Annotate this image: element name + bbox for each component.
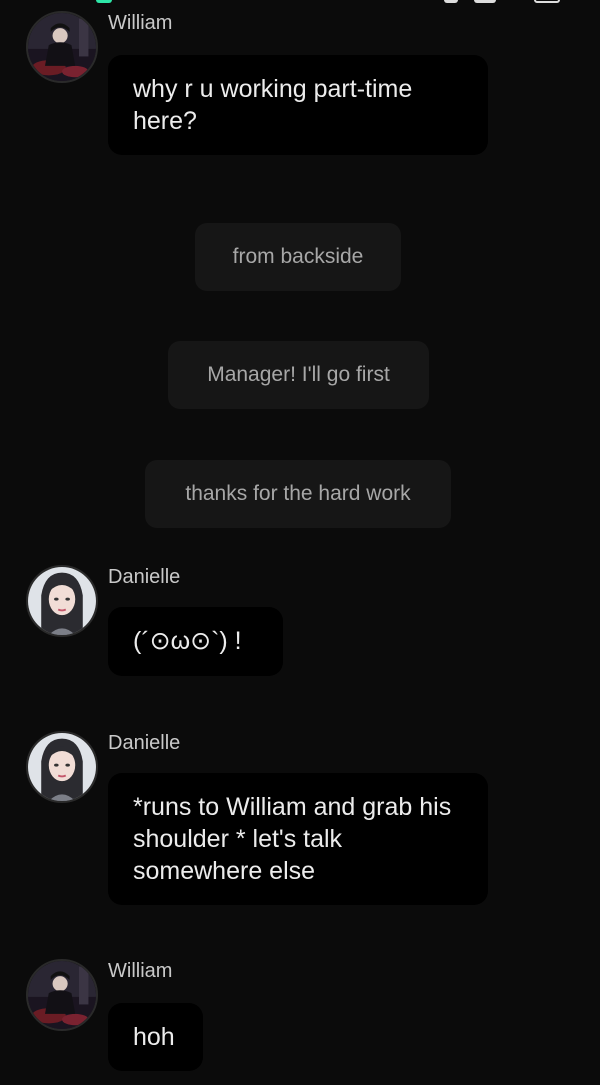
chat-screen: William why r u working part-time here? … [0,0,600,1085]
message-bubble[interactable]: why r u working part-time here? [108,55,488,155]
chat-message: Danielle (´⊙ω⊙`) ! [26,565,586,680]
message-bubble[interactable]: hoh [108,1003,203,1071]
narration-bubble[interactable]: from backside [195,223,401,291]
danielle-avatar[interactable] [26,565,98,637]
signal-icon [444,0,458,3]
sender-name: William [108,960,173,982]
sender-name: Danielle [108,566,181,588]
william-avatar[interactable] [26,11,98,83]
sender-name: William [108,12,173,34]
message-bubble[interactable]: *runs to William and grab his shoulder *… [108,773,488,905]
battery-icon [534,0,560,3]
wifi-icon [474,0,496,3]
chat-message: Danielle *runs to William and grab his s… [26,731,586,911]
chat-message: William hoh [26,959,586,1074]
status-indicator-icon [96,0,112,3]
sender-name: Danielle [108,732,181,754]
narration-bubble[interactable]: thanks for the hard work [145,460,451,528]
narration-bubble[interactable]: Manager! I'll go first [168,341,429,409]
william-avatar[interactable] [26,959,98,1031]
status-bar [0,0,600,6]
message-bubble[interactable]: (´⊙ω⊙`) ! [108,607,283,676]
chat-message: William why r u working part-time here? [26,11,586,161]
danielle-avatar[interactable] [26,731,98,803]
